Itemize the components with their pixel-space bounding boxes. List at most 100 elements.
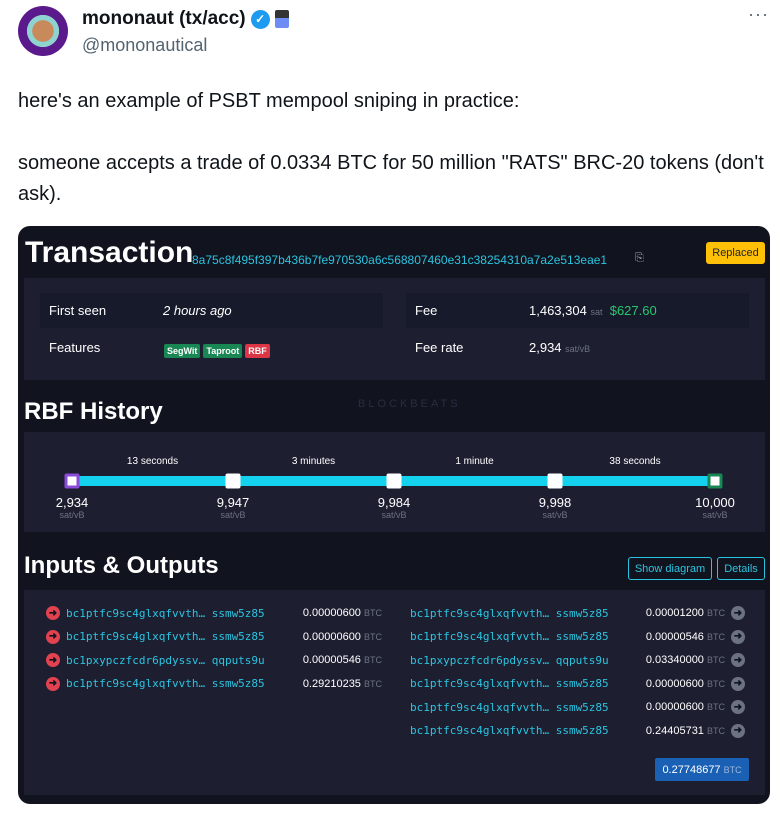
copy-icon: ⎘: [635, 252, 644, 264]
details-panel: First seen 2 hours ago Features SegWit Ta…: [24, 278, 765, 380]
arrow-right-icon[interactable]: ➜: [731, 700, 745, 714]
fee-label: Fee: [415, 303, 438, 318]
address-link[interactable]: bc1ptfc9sc4glxqfvvth… ssmw5z85: [410, 607, 640, 620]
page-title: Transaction: [25, 236, 194, 269]
address-link[interactable]: bc1ptfc9sc4glxqfvvth… ssmw5z85: [410, 701, 640, 714]
output-row: bc1ptfc9sc4glxqfvvth… ssmw5z85 0.00001200…: [410, 605, 745, 621]
rbf-node[interactable]: [547, 473, 563, 489]
rbf-rate: 9,984 sat/vB: [378, 496, 411, 522]
tweet-line: someone accepts a trade of 0.0334 BTC fo…: [18, 152, 764, 205]
amount-unit: BTC: [707, 702, 725, 712]
rbf-node[interactable]: [386, 473, 402, 489]
amount-unit: BTC: [364, 678, 382, 689]
arrow-right-icon[interactable]: ➜: [46, 629, 60, 644]
rbf-history-title: RBF History: [24, 398, 163, 425]
rate-unit: sat/vB: [220, 510, 246, 520]
rate-unit: sat/vB: [381, 510, 407, 520]
rate-value: 2,934: [55, 495, 89, 510]
output-row: bc1ptfc9sc4glxqfvvth… ssmw5z85 0.00000600…: [410, 676, 745, 692]
amount-unit: BTC: [707, 655, 725, 665]
rbf-node[interactable]: [64, 473, 80, 489]
avatar[interactable]: [18, 6, 68, 56]
author-handle[interactable]: @mononautical: [82, 35, 207, 56]
flag-icon: [274, 10, 289, 28]
arrow-right-icon[interactable]: ➜: [46, 653, 60, 667]
rate-unit: sat/vB: [702, 510, 728, 520]
rbf-interval: 13 seconds: [126, 456, 179, 467]
total-value: 0.27748677: [662, 763, 721, 776]
address-link[interactable]: bc1pxypczfcdr6pdyssv… qqputs9u: [410, 654, 640, 667]
verified-badge-icon: ✓: [250, 9, 270, 29]
rate-value: 9,947: [216, 495, 250, 510]
input-row: ➜ bc1ptfc9sc4glxqfvvth… ssmw5z85 0.0000060…: [46, 629, 382, 645]
amount: 0.00000600: [302, 630, 361, 643]
address-link[interactable]: bc1ptfc9sc4glxqfvvth… ssmw5z85: [66, 607, 294, 620]
address-link[interactable]: bc1ptfc9sc4glxqfvvth… ssmw5z85: [66, 677, 294, 690]
rate-value: 10,000: [695, 495, 735, 510]
rate-value: 9,984: [377, 495, 411, 510]
arrow-right-icon[interactable]: ➜: [731, 676, 745, 691]
fee-sat: 1,463,304: [529, 303, 587, 318]
rbf-interval: 3 minutes: [291, 456, 336, 467]
arrow-right-icon[interactable]: ➜: [731, 629, 745, 644]
address-link[interactable]: bc1ptfc9sc4glxqfvvth… ssmw5z85: [410, 630, 640, 643]
rbf-node[interactable]: [225, 473, 241, 489]
input-row: ➜ bc1ptfc9sc4glxqfvvth… ssmw5z85 0.2921023…: [46, 676, 382, 692]
address-link[interactable]: bc1ptfc9sc4glxqfvvth… ssmw5z85: [410, 724, 640, 737]
fee-rate-value: 2,934: [529, 340, 562, 355]
rbf-timeline: 2,934 sat/vB 9,947 sat/vB 9,984 sat/vB 9,998 sa…: [24, 432, 765, 532]
amount: 0.00001200: [645, 607, 704, 619]
segwit-badge: SegWit: [164, 344, 201, 358]
rate-unit: sat/vB: [542, 510, 568, 520]
amount-unit: BTC: [364, 631, 382, 642]
amount-unit: BTC: [707, 631, 725, 642]
total-unit: BTC: [723, 764, 742, 775]
amount: 0.00000546: [645, 630, 704, 643]
ellipsis-icon[interactable]: ···: [748, 4, 769, 25]
address-link[interactable]: bc1ptfc9sc4glxqfvvth… ssmw5z85: [410, 677, 640, 690]
transaction-screenshot[interactable]: Transaction 8a75c8f495f397b436b7fe970530…: [18, 226, 770, 804]
amount: 0.00000600: [645, 677, 704, 690]
details-button[interactable]: Details: [717, 557, 765, 580]
address-link[interactable]: bc1ptfc9sc4glxqfvvth… ssmw5z85: [66, 630, 294, 643]
rbf-rate: 2,934 sat/vB: [56, 496, 89, 522]
taproot-badge: Taproot: [203, 344, 243, 358]
amount: 0.00000600: [302, 607, 361, 619]
rate-unit: sat/vB: [59, 510, 85, 520]
txid: 8a75c8f495f397b436b7fe970530a6c568807460…: [192, 253, 608, 267]
arrow-right-icon[interactable]: ➜: [731, 723, 745, 738]
amount: 0.00000546: [302, 654, 361, 666]
rbf-badge: RBF: [245, 344, 270, 358]
rbf-node[interactable]: [707, 473, 723, 489]
rbf-rate: 10,000 sat/vB: [695, 496, 735, 522]
status-badge: Replaced: [706, 242, 765, 264]
total-amount: 0.27748677 BTC: [655, 758, 749, 781]
amount: 0.29210235: [302, 677, 361, 690]
tweet-line: here's an example of PSBT mempool snipin…: [18, 90, 520, 112]
amount-unit: BTC: [707, 725, 725, 736]
arrow-right-icon[interactable]: ➜: [731, 606, 745, 620]
output-row: bc1ptfc9sc4glxqfvvth… ssmw5z85 0.00000600…: [410, 699, 745, 715]
rbf-rate: 9,947 sat/vB: [217, 496, 250, 522]
output-row: bc1ptfc9sc4glxqfvvth… ssmw5z85 0.24405731…: [410, 723, 745, 739]
amount: 0.24405731: [645, 724, 704, 737]
input-row: ➜ bc1pxypczfcdr6pdyssv… qqputs9u 0.0000054…: [46, 652, 382, 668]
arrow-right-icon[interactable]: ➜: [46, 676, 60, 691]
arrow-right-icon[interactable]: ➜: [46, 606, 60, 620]
tweet-text: here's an example of PSBT mempool snipin…: [18, 86, 768, 210]
first-seen-label: First seen: [49, 303, 107, 318]
first-seen-value: 2 hours ago: [163, 303, 232, 318]
output-row: bc1ptfc9sc4glxqfvvth… ssmw5z85 0.00000546…: [410, 629, 745, 645]
amount: 0.03340000: [645, 654, 704, 666]
show-diagram-button[interactable]: Show diagram: [628, 557, 712, 580]
address-link[interactable]: bc1pxypczfcdr6pdyssv… qqputs9u: [66, 654, 294, 667]
features-label: Features: [49, 340, 101, 355]
input-row: ➜ bc1ptfc9sc4glxqfvvth… ssmw5z85 0.0000060…: [46, 605, 382, 621]
rbf-interval: 38 seconds: [609, 456, 661, 467]
arrow-right-icon[interactable]: ➜: [731, 653, 745, 667]
author-name[interactable]: mononaut (tx/acc): [82, 8, 246, 30]
fee-unit: sat: [590, 307, 603, 317]
fee-rate-unit: sat/vB: [565, 344, 591, 354]
amount-unit: BTC: [707, 608, 725, 618]
io-panel: 0.27748677 BTC ➜ bc1ptfc9sc4glxqfvvth… ssm…: [24, 590, 765, 795]
